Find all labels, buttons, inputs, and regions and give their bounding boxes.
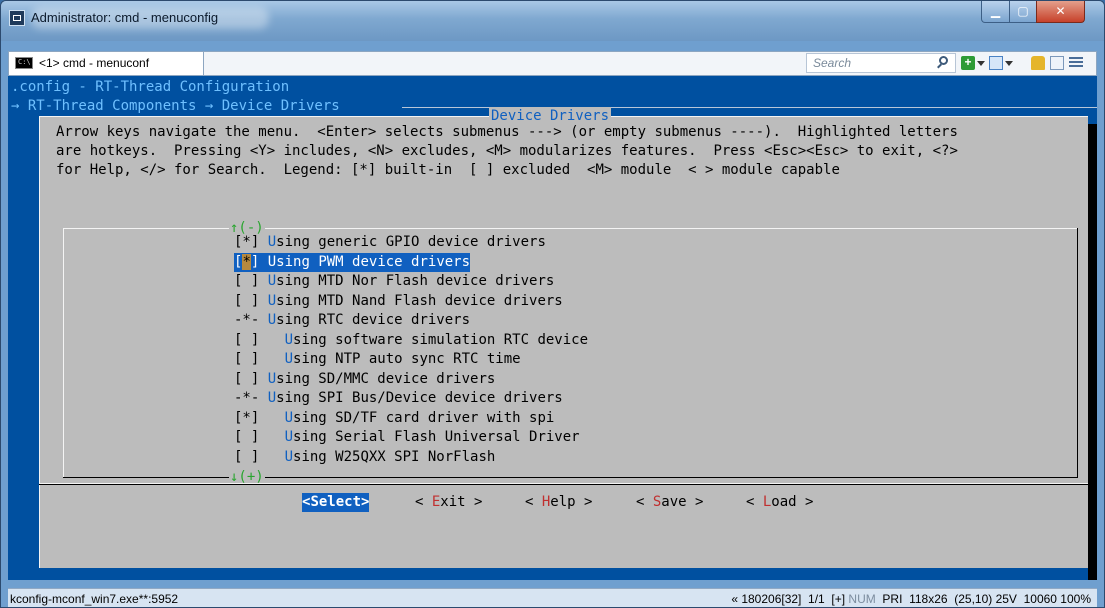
menu-item-hotkey: U	[267, 390, 277, 406]
new-console-icon[interactable]: +	[961, 56, 975, 70]
view-icon[interactable]	[989, 56, 1003, 70]
menu-item-label: sing W25QXX SPI NorFlash	[293, 448, 496, 465]
menu-item[interactable]: [ ] Using SD/MMC device drivers	[234, 370, 495, 389]
menu-item-label: sing MTD Nor Flash device drivers	[276, 273, 555, 289]
status-process: kconfig-mconf_win7.exe**:5952	[10, 592, 179, 606]
help-text-line: are hotkeys. Pressing <Y> includes, <N> …	[56, 143, 958, 159]
maximize-button[interactable]: ▢	[1009, 1, 1037, 23]
menu-item-label: sing SD/MMC device drivers	[276, 370, 496, 387]
menu-item-checkbox[interactable]: -*-	[234, 390, 268, 406]
tab-bar: C:\ <1> cmd - menuconf Search +	[8, 51, 1097, 76]
menu-item[interactable]: -*- Using RTC device drivers	[234, 311, 470, 330]
menu-item-checkbox[interactable]: [*]	[234, 410, 285, 426]
chevron-down-icon[interactable]	[1005, 61, 1013, 66]
minimize-button[interactable]: ▁	[981, 1, 1010, 23]
menu-item[interactable]: -*- Using SPI Bus/Device device drivers	[234, 389, 563, 408]
menu-item[interactable]: [ ] Using MTD Nor Flash device drivers	[234, 272, 554, 291]
search-icon[interactable]	[939, 56, 948, 65]
menu-item-checkbox[interactable]: [ ]	[234, 293, 268, 309]
device-drivers-dialog: Device Drivers Arrow keys navigate the m…	[39, 107, 1088, 568]
console-area[interactable]: .config - RT-Thread Configuration → RT-T…	[8, 76, 1097, 580]
menu-item-hotkey: U	[284, 409, 294, 426]
window-title: Administrator: cmd - menuconfig	[31, 10, 219, 25]
menu-item-checkbox[interactable]: [ ]	[234, 429, 285, 445]
menu-item[interactable]: [ ] Using NTP auto sync RTC time	[234, 350, 521, 369]
menu-item-hotkey: U	[284, 429, 294, 445]
tab-label: <1> cmd - menuconf	[39, 56, 150, 70]
menu-item-checkbox[interactable]: [ ]	[234, 351, 285, 367]
menu-item-hotkey: U	[267, 234, 277, 250]
menu-item-label: sing SD/TF card driver with spi	[293, 409, 555, 426]
select-button[interactable]: <Select>	[302, 493, 370, 512]
tab-cmd-menuconf[interactable]: C:\ <1> cmd - menuconf	[9, 52, 204, 75]
menu-item-hotkey: U	[267, 312, 277, 328]
chevron-down-icon[interactable]	[977, 61, 985, 66]
menu-item-hotkey: U	[284, 331, 294, 348]
menu-item-checkbox[interactable]: [ ]	[234, 332, 285, 348]
status-bar: kconfig-mconf_win7.exe**:5952 « 180206[3…	[8, 588, 1097, 607]
menu-item-hotkey: U	[284, 448, 294, 465]
menu-icon[interactable]	[1069, 55, 1083, 69]
help-text-line: Arrow keys navigate the menu. <Enter> se…	[56, 124, 958, 140]
config-title: .config - RT-Thread Configuration	[11, 79, 290, 95]
close-button[interactable]: ✕	[1036, 1, 1085, 23]
menu-item-hotkey: U	[284, 351, 294, 367]
console-app-icon	[9, 10, 25, 26]
menu-item-checkbox[interactable]: [ ]	[234, 273, 268, 289]
menu-item-checkbox[interactable]: [*]	[234, 234, 268, 250]
save-button[interactable]: < Save >	[636, 493, 703, 512]
menu-item-label: sing RTC device drivers	[276, 312, 471, 328]
menu-item-label: sing generic GPIO device drivers	[276, 234, 546, 250]
menu-item[interactable]: [ ] Using Serial Flash Universal Driver	[234, 428, 580, 447]
menu-list: ↑(-) [*] Using generic GPIO device drive…	[63, 219, 1078, 487]
menu-item-checkbox[interactable]: -*-	[234, 312, 268, 328]
exit-button[interactable]: < Exit >	[415, 493, 482, 512]
menu-item[interactable]: [ ] Using W25QXX SPI NorFlash	[234, 448, 495, 467]
menu-item-hotkey: U	[267, 253, 277, 270]
menu-item-hotkey: U	[267, 370, 277, 387]
panel-icon[interactable]	[1050, 56, 1064, 70]
console-window: Administrator: cmd - menuconfig ▁ ▢ ✕ C:…	[0, 0, 1105, 608]
menu-item[interactable]: [ ] Using MTD Nand Flash device drivers	[234, 292, 563, 311]
menu-item-checkbox[interactable]: [ ]	[234, 449, 285, 465]
status-info: « 180206[32] 1/1 [+] NUM PRI 118x26 (25,…	[731, 592, 1091, 606]
menu-item-checkbox[interactable]: [ ]	[234, 371, 268, 387]
text-cursor: *	[242, 253, 251, 270]
menu-item-checkbox[interactable]: [*]	[234, 253, 268, 270]
menu-item-label: sing Serial Flash Universal Driver	[293, 429, 580, 445]
breadcrumb: → RT-Thread Components → Device Drivers	[11, 98, 340, 114]
menu-item-hotkey: U	[267, 273, 277, 289]
menu-item[interactable]: [ ] Using software simulation RTC device	[234, 331, 588, 350]
menu-item-label: sing SPI Bus/Device device drivers	[276, 390, 563, 406]
menu-item[interactable]: [*] Using SD/TF card driver with spi	[234, 409, 554, 428]
load-button[interactable]: < Load >	[746, 493, 813, 512]
menu-item-label: sing NTP auto sync RTC time	[293, 351, 521, 367]
menu-item[interactable]: [*] Using PWM device drivers	[234, 252, 471, 272]
help-text-line: for Help, </> for Search. Legend: [*] bu…	[56, 162, 840, 178]
help-button[interactable]: < Help >	[525, 493, 592, 512]
menu-item-label: sing MTD Nand Flash device drivers	[276, 292, 563, 309]
menu-item-label: sing PWM device drivers	[276, 253, 471, 270]
menu-item[interactable]: [*] Using generic GPIO device drivers	[234, 233, 546, 252]
menu-item-hotkey: U	[267, 292, 277, 309]
lock-icon[interactable]	[1031, 56, 1045, 70]
title-bar[interactable]: Administrator: cmd - menuconfig ▁ ▢ ✕	[1, 1, 1104, 41]
menu-item-label: sing software simulation RTC device	[293, 331, 589, 348]
cmd-icon: C:\	[15, 57, 33, 69]
search-input[interactable]: Search	[806, 53, 956, 73]
